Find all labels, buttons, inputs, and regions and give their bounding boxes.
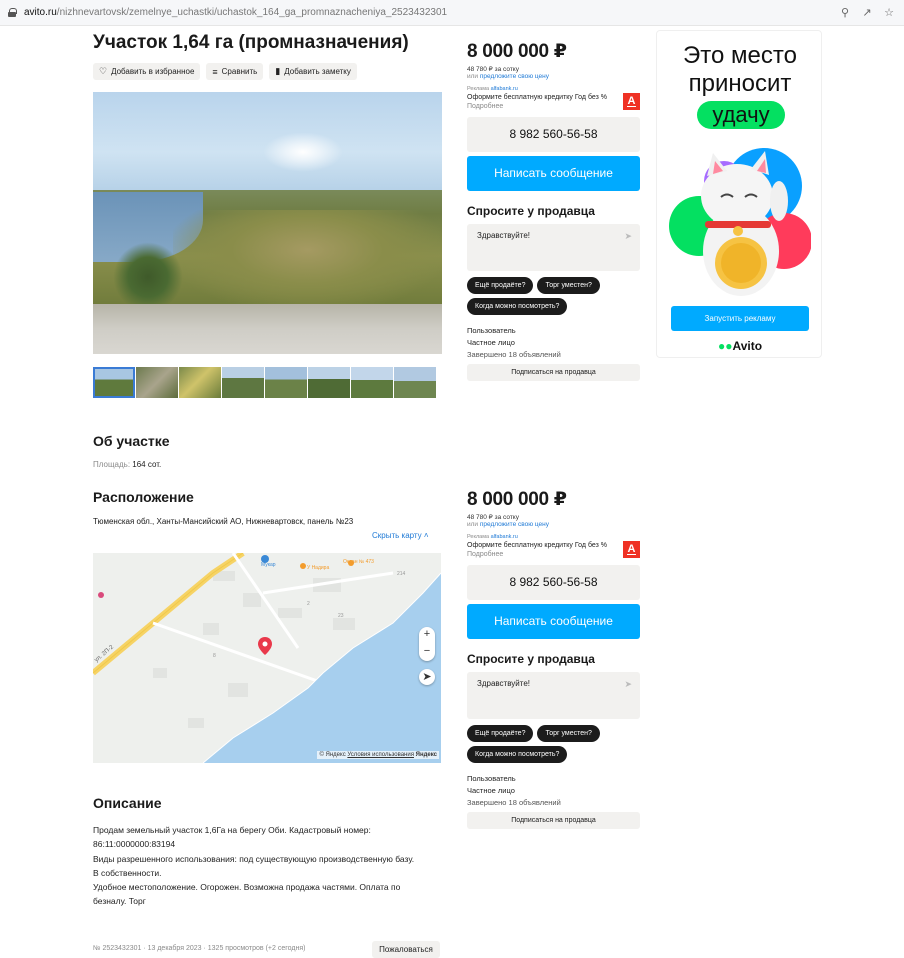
write-message-button[interactable]: Написать сообщение <box>467 156 640 191</box>
zoom-controls: + − <box>419 627 435 661</box>
send-icon[interactable]: ➤ <box>624 231 632 242</box>
bookmark-star-icon[interactable]: ☆ <box>882 6 896 20</box>
lock-icon <box>8 8 17 17</box>
map-label: 23 <box>338 613 344 619</box>
price: 8 000 000 ₽ <box>467 489 567 510</box>
compare-icon: ≡ <box>212 66 218 77</box>
subscribe-button[interactable]: Подписаться на продавца <box>467 364 640 381</box>
thumbnail[interactable] <box>394 367 436 398</box>
photo-thumbnails <box>93 367 436 398</box>
avito-logo: ●●Avito <box>717 339 763 353</box>
phone-button[interactable]: 8 982 560-56-58 <box>467 565 640 600</box>
note-icon: ▮ <box>275 66 281 76</box>
thumbnail[interactable] <box>179 367 221 398</box>
quick-question-chip[interactable]: Торг уместен? <box>537 277 600 294</box>
thumbnail[interactable] <box>136 367 178 398</box>
price-per-sotka: 48 780 ₽ за сотку <box>467 66 519 73</box>
seller-info: Пользователь Частное лицо Завершено 18 о… <box>467 773 640 809</box>
complain-button[interactable]: Пожаловаться <box>372 941 440 958</box>
add-note-button[interactable]: ▮ Добавить заметку <box>269 63 357 80</box>
url-field[interactable]: avito.ru/nizhnevartovsk/zemelnye_uchastk… <box>24 7 830 18</box>
map-label: У Надира <box>307 565 330 571</box>
quick-questions: Ещё продаёте? Торг уместен? Когда можно … <box>467 277 637 315</box>
credit-ad[interactable]: Оформите бесплатную кредитку Год без % П… <box>467 541 640 559</box>
seller-panel-bottom: 8 000 000 ₽ 48 780 ₽ за сотку или предло… <box>467 488 640 829</box>
map-label: 214 <box>397 571 406 577</box>
map-canvas <box>93 553 441 763</box>
map[interactable]: Мукар У Надира Океан № 473 214 2 23 8 ул… <box>93 553 441 763</box>
ask-seller-heading: Спросите у продавца <box>467 204 595 218</box>
map-label: 2 <box>307 601 310 607</box>
browser-address-bar: avito.ru/nizhnevartovsk/zemelnye_uchastk… <box>0 0 904 26</box>
offer-price-row: или предложите свою цену <box>467 73 550 80</box>
thumbnail[interactable] <box>222 367 264 398</box>
compare-button[interactable]: ≡ Сравнить <box>206 63 264 80</box>
message-input[interactable]: Здравствуйте! ➤ <box>467 672 640 719</box>
zoom-out-button[interactable]: − <box>419 644 435 661</box>
map-copyright: © Яндекс Условия использования Яндекс <box>317 751 439 759</box>
add-to-favorites-button[interactable]: ♡ Добавить в избранное <box>93 63 201 80</box>
ad-label: Реклама alfabank.ru <box>467 534 518 540</box>
listing-actions: ♡ Добавить в избранное ≡ Сравнить ▮ Доба… <box>93 63 357 80</box>
send-icon[interactable]: ➤ <box>624 679 632 690</box>
map-label: Океан № 473 <box>343 559 374 565</box>
message-input[interactable]: Здравствуйте! ➤ <box>467 224 640 271</box>
credit-ad[interactable]: Оформите бесплатную кредитку Год без % П… <box>467 93 640 111</box>
map-label: Мукар <box>261 562 276 568</box>
chevron-up-icon: ˄ <box>423 531 429 540</box>
offer-price-link[interactable]: предложите свою цену <box>480 521 549 528</box>
address: Тюменская обл., Ханты-Мансийский АО, Ниж… <box>93 517 354 526</box>
thumbnail[interactable] <box>93 367 135 398</box>
heart-icon: ♡ <box>99 66 108 76</box>
main-photo[interactable] <box>93 92 442 354</box>
quick-question-chip[interactable]: Ещё продаёте? <box>467 725 534 742</box>
quick-questions: Ещё продаёте? Торг уместен? Когда можно … <box>467 725 637 763</box>
phone-button[interactable]: 8 982 560-56-58 <box>467 117 640 152</box>
description-heading: Описание <box>93 795 162 811</box>
about-heading: Об участке <box>93 433 170 449</box>
ad-label: Реклама alfabank.ru <box>467 86 518 92</box>
share-icon[interactable]: ↗ <box>860 6 874 20</box>
avito-dots-icon: ●● <box>717 339 733 353</box>
subscribe-button[interactable]: Подписаться на продавца <box>467 812 640 829</box>
offer-price-link[interactable]: предложите свою цену <box>480 73 549 80</box>
quick-question-chip[interactable]: Торг уместен? <box>537 725 600 742</box>
write-message-button[interactable]: Написать сообщение <box>467 604 640 639</box>
quick-question-chip[interactable]: Ещё продаёте? <box>467 277 534 294</box>
map-terms-link[interactable]: Условия использования <box>347 752 414 758</box>
zoom-in-button[interactable]: + <box>419 627 435 644</box>
map-label: 8 <box>213 653 216 659</box>
zoom-icon[interactable]: ⚲ <box>838 6 852 20</box>
location-heading: Расположение <box>93 489 194 505</box>
ask-seller-heading: Спросите у продавца <box>467 652 595 666</box>
quick-question-chip[interactable]: Когда можно посмотреть? <box>467 298 568 315</box>
area-row: Площадь: 164 сот. <box>93 460 162 469</box>
ad-banner[interactable]: Это место приносит удачу Запустить рекла… <box>656 30 822 358</box>
hide-map-link[interactable]: Скрыть карту ˄ <box>372 531 429 540</box>
launch-ad-button[interactable]: Запустить рекламу <box>671 306 809 331</box>
price: 8 000 000 ₽ <box>467 41 567 62</box>
listing-meta: № 2523432301 · 13 декабря 2023 · 1325 пр… <box>93 945 306 952</box>
lucky-cat-illustration <box>669 148 811 296</box>
thumbnail[interactable] <box>308 367 350 398</box>
map-pin-icon <box>258 637 272 655</box>
description-text: Продам земельный участок 1,6Га на берегу… <box>93 825 415 907</box>
price-per-sotka: 48 780 ₽ за сотку <box>467 514 519 521</box>
seller-name[interactable]: Пользователь <box>467 773 640 785</box>
thumbnail[interactable] <box>265 367 307 398</box>
seller-info: Пользователь Частное лицо Завершено 18 о… <box>467 325 640 361</box>
seller-panel-top: 8 000 000 ₽ 48 780 ₽ за сотку или предло… <box>467 40 640 381</box>
offer-price-row: или предложите свою цену <box>467 521 550 528</box>
alfa-logo-icon: А <box>623 93 640 110</box>
geolocation-button[interactable]: ➤ <box>419 669 435 685</box>
thumbnail[interactable] <box>351 367 393 398</box>
quick-question-chip[interactable]: Когда можно посмотреть? <box>467 746 568 763</box>
alfa-logo-icon: А <box>623 541 640 558</box>
listing-title: Участок 1,64 га (промназначения) <box>93 32 409 53</box>
seller-name[interactable]: Пользователь <box>467 325 640 337</box>
